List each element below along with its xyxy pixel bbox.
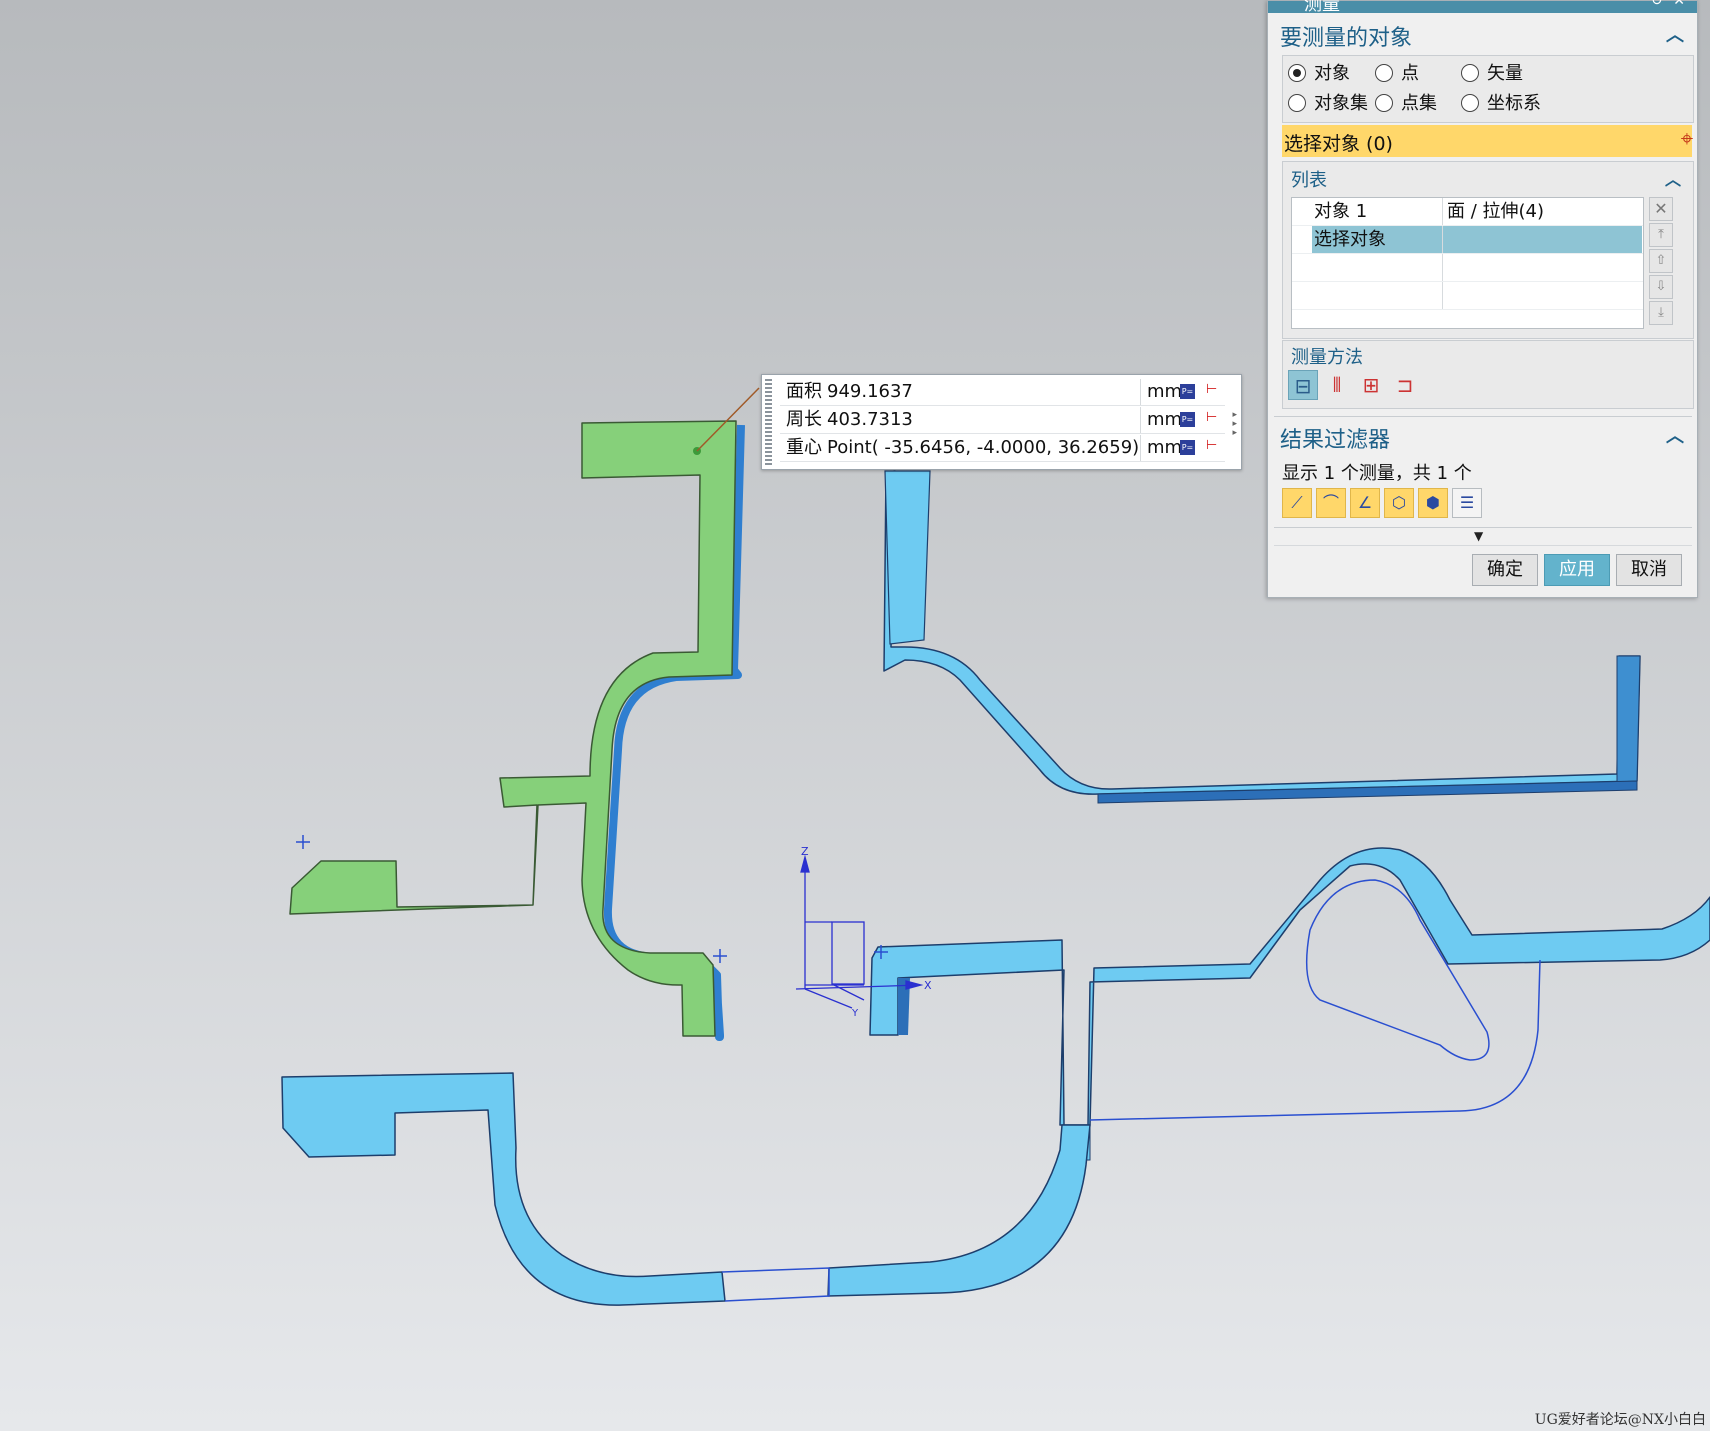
divider (1274, 527, 1692, 528)
callout-row-perimeter: 周长 403.7313 mm P= ⊢ (780, 407, 1225, 434)
object-type-group: 对象 点 矢量 对象集 点集 坐标系 (1282, 55, 1694, 123)
dimension-icon[interactable]: ⊢ (1204, 382, 1219, 397)
move-top-icon[interactable]: ⤒ (1649, 223, 1673, 247)
filter-distance-icon[interactable]: ⟋ (1282, 488, 1312, 518)
divider (1274, 416, 1692, 417)
select-object-label: 选择对象 (0) (1284, 133, 1393, 155)
filter-arc-icon[interactable]: ⌒ (1316, 488, 1346, 518)
dimension-icon[interactable]: ⊢ (1204, 438, 1219, 453)
perimeter-label: 周长 (786, 409, 822, 430)
table-row[interactable]: 对象 1 面 / 拉伸(4) (1292, 198, 1643, 226)
list-title[interactable]: 列表 (1291, 166, 1327, 192)
dimension-icon[interactable]: ⊢ (1204, 410, 1219, 425)
method-length-icon[interactable]: ⊐ (1390, 370, 1420, 400)
table-row-empty (1292, 282, 1643, 310)
radio-checked-icon (1288, 64, 1306, 82)
radio-vector[interactable]: 矢量 (1461, 62, 1523, 86)
move-down-icon[interactable]: ⇩ (1649, 275, 1673, 299)
object-list-table[interactable]: 对象 1 面 / 拉伸(4) 选择对象 (1291, 197, 1644, 329)
area-value: 949.1637 (827, 381, 913, 402)
method-distance-icon[interactable]: ⊟ (1288, 370, 1318, 400)
close-icon[interactable]: ✕ (1673, 0, 1685, 9)
radio-object[interactable]: 对象 (1288, 62, 1350, 86)
radio-point-set[interactable]: 点集 (1375, 92, 1437, 116)
more-options-arrow-icon[interactable]: ▼ (1474, 529, 1483, 543)
filter-angle-icon[interactable]: ∠ (1350, 488, 1380, 518)
perimeter-value: 403.7313 (827, 409, 913, 430)
select-object-row[interactable]: 选择对象 (0) ⌖ (1282, 125, 1693, 157)
table-row-empty (1292, 254, 1643, 282)
remove-icon[interactable]: ✕ (1649, 197, 1673, 221)
collapse-chevron-icon[interactable]: ︿ (1666, 21, 1684, 47)
area-label: 面积 (786, 381, 822, 402)
apply-button[interactable]: 应用 (1544, 554, 1610, 586)
dialog-titlebar[interactable]: 测量 ↺ ✕ (1268, 0, 1697, 15)
measurement-callout[interactable]: ▸ ▸ ▸ 面积 949.1637 mm² P= ⊢ 周长 403.7313 mm … (761, 374, 1242, 470)
move-bottom-icon[interactable]: ⤓ (1649, 301, 1673, 325)
dialog-title: 测量 (1304, 0, 1340, 15)
radio-unchecked-icon (1375, 94, 1393, 112)
filter-list-icon[interactable]: ☰ (1452, 488, 1482, 518)
cancel-button[interactable]: 取消 (1616, 554, 1682, 586)
table-row-selected[interactable]: 选择对象 (1292, 226, 1643, 254)
axis-label-y: Y (851, 1008, 859, 1019)
filter-summary: 显示 1 个测量，共 1 个 (1282, 463, 1472, 484)
radio-unchecked-icon (1288, 94, 1306, 112)
crosshair-icon[interactable]: ⌖ (1674, 127, 1700, 153)
method-title: 测量方法 (1291, 347, 1363, 368)
divider (1274, 545, 1692, 546)
radio-unchecked-icon (1461, 94, 1479, 112)
calculator-icon[interactable]: P= (1180, 440, 1195, 455)
radio-csys[interactable]: 坐标系 (1461, 92, 1541, 116)
radio-unchecked-icon (1461, 64, 1479, 82)
calculator-icon[interactable]: P= (1180, 384, 1195, 399)
list-collapse-chevron-icon[interactable]: ︿ (1665, 166, 1681, 190)
method-screen-icon[interactable]: ⊞ (1356, 370, 1386, 400)
callout-expand-arrows[interactable]: ▸ ▸ ▸ (1232, 411, 1237, 438)
section-objects-title[interactable]: 要测量的对象 (1280, 20, 1412, 52)
centroid-label: 重心 (786, 437, 822, 458)
callout-row-centroid: 重心 Point( -35.6456, -4.0000, 36.2659) mm… (780, 435, 1225, 462)
result-filter-title[interactable]: 结果过滤器 (1280, 422, 1390, 454)
radio-object-set[interactable]: 对象集 (1288, 92, 1368, 116)
centroid-value: Point( -35.6456, -4.0000, 36.2659) (827, 437, 1140, 458)
callout-row-area: 面积 949.1637 mm² P= ⊢ (780, 379, 1225, 406)
filter-volume-icon[interactable]: ⬢ (1418, 488, 1448, 518)
move-up-icon[interactable]: ⇧ (1649, 249, 1673, 273)
reset-icon[interactable]: ↺ (1651, 0, 1663, 9)
axis-label-z: Z (801, 845, 809, 858)
filter-collapse-chevron-icon[interactable]: ︿ (1666, 422, 1684, 448)
method-projected-icon[interactable]: ⫴ (1322, 370, 1352, 400)
ok-button[interactable]: 确定 (1472, 554, 1538, 586)
radio-unchecked-icon (1375, 64, 1393, 82)
radio-point[interactable]: 点 (1375, 62, 1419, 86)
axis-label-x: X (924, 979, 932, 992)
filter-area-icon[interactable]: ⬡ (1384, 488, 1414, 518)
calculator-icon[interactable]: P= (1180, 412, 1195, 427)
watermark: UG爱好者论坛@NX小白白 (1534, 1412, 1706, 1428)
callout-grip-handle[interactable] (765, 379, 772, 465)
measure-dialog: 测量 ↺ ✕ 要测量的对象 ︿ 对象 点 矢量 对象集 点集 坐标系 选择对象 … (1267, 0, 1698, 598)
